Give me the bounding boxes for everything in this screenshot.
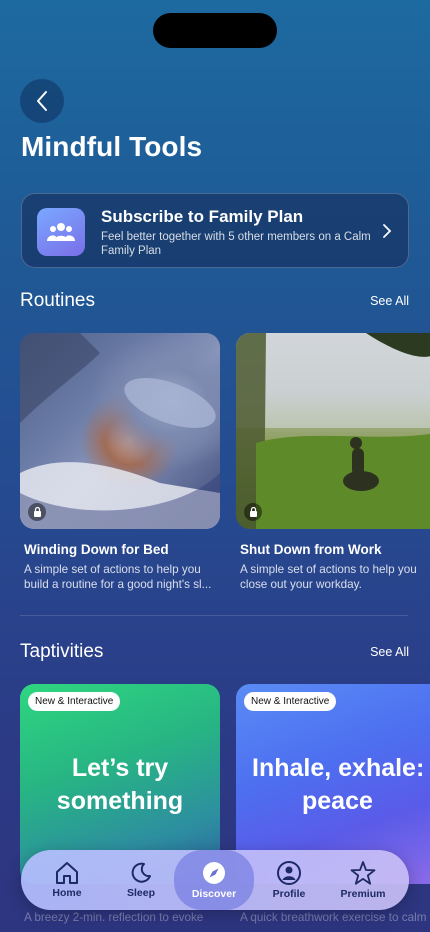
home-icon [56, 862, 78, 884]
taptivities-heading: Taptivities [20, 641, 104, 662]
routine-image [236, 333, 430, 529]
tab-premium[interactable]: Premium [323, 850, 403, 910]
bottom-tab-bar: Home Sleep Discover Profile Premium [21, 850, 409, 910]
lock-icon [28, 503, 46, 521]
family-plan-subtitle: Feel better together with 5 other member… [101, 231, 371, 257]
taptivity-headline: Inhale, exhale: peace [252, 754, 425, 815]
taptivity-headline: Let’s try something [56, 754, 184, 815]
new-interactive-badge: New & Interactive [244, 692, 337, 711]
section-divider [20, 615, 408, 616]
tab-discover[interactable]: Discover [174, 850, 254, 910]
back-button[interactable] [20, 79, 64, 123]
tab-profile[interactable]: Profile [249, 850, 329, 910]
routines-see-all-link[interactable]: See All [370, 294, 409, 308]
taptivities-see-all-link[interactable]: See All [370, 645, 409, 659]
page-title: Mindful Tools [21, 131, 203, 162]
routine-image [20, 333, 220, 529]
compass-icon [203, 862, 225, 884]
lock-icon [244, 503, 262, 521]
new-interactive-badge: New & Interactive [28, 692, 121, 711]
taptivity-description: A breezy 2-min. reflection to evoke [24, 911, 204, 924]
tab-label: Profile [272, 888, 306, 900]
routine-title: Winding Down for Bed [24, 542, 169, 557]
tab-label: Sleep [126, 887, 155, 899]
tab-label: Discover [191, 888, 237, 900]
family-plan-banner[interactable]: Subscribe to Family Plan Feel better tog… [21, 193, 409, 268]
routine-card[interactable]: Winding Down for Bed A simple set of act… [20, 333, 220, 592]
dynamic-island [153, 13, 277, 48]
tab-label: Home [52, 887, 82, 899]
taptivity-description: A quick breathwork exercise to calm [240, 911, 427, 924]
family-plan-title: Subscribe to Family Plan [101, 207, 304, 226]
tab-label: Premium [340, 888, 386, 900]
moon-icon [131, 862, 151, 883]
routines-heading: Routines [20, 290, 95, 311]
routine-description: A simple set of actions to help you clos… [240, 563, 417, 591]
star-icon [350, 861, 376, 885]
person-icon [277, 861, 301, 885]
chevron-left-icon [37, 91, 47, 111]
chevron-right-icon [383, 224, 392, 238]
tab-sleep[interactable]: Sleep [101, 850, 181, 910]
routine-description: A simple set of actions to help you buil… [24, 563, 212, 591]
tab-home[interactable]: Home [27, 850, 107, 910]
family-group-icon [37, 208, 85, 256]
routine-title: Shut Down from Work [240, 542, 382, 557]
routine-card[interactable]: Shut Down from Work A simple set of acti… [236, 333, 430, 592]
